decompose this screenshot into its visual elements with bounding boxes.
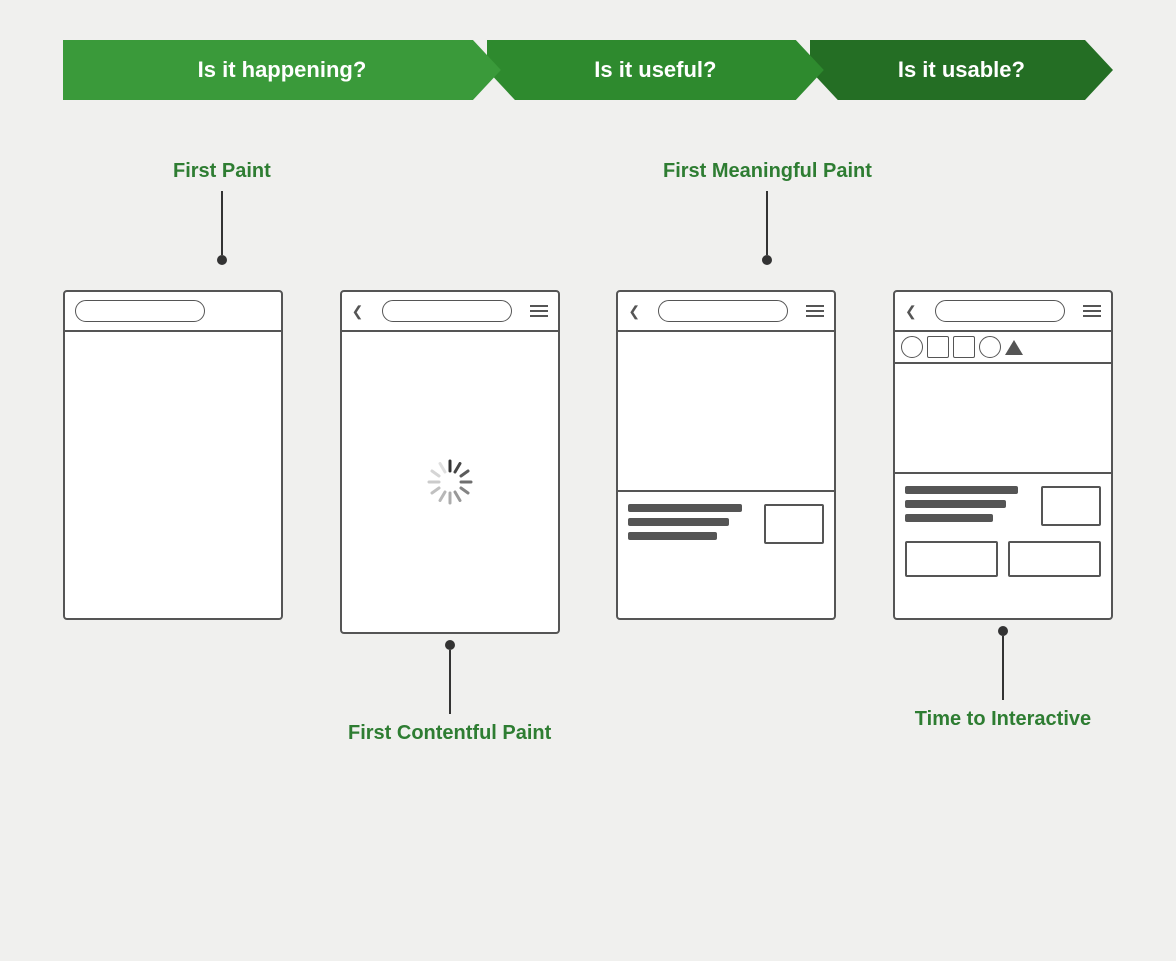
phone1-header: [65, 292, 281, 332]
phone3-action-button: [764, 504, 824, 544]
phone3-wrapper: ❮: [616, 290, 836, 620]
fcp-vline: [449, 650, 451, 700]
phone4-text: [905, 486, 1031, 526]
phase-happening-label: Is it happening?: [198, 57, 367, 83]
text-line-6: [905, 514, 993, 522]
phone4-searchbar: [935, 300, 1065, 322]
phone2-navbar: ❮: [342, 292, 558, 332]
fmp-label: First Meaningful Paint: [663, 160, 872, 183]
phone4-tabs: [895, 332, 1111, 364]
phone2-body: [342, 332, 558, 632]
phone3-searchbar: [658, 300, 788, 322]
phase-useful: Is it useful?: [487, 40, 824, 100]
tti-dot-top: [998, 626, 1008, 636]
phone4-btn1: [905, 541, 998, 577]
phone3-text: [628, 504, 754, 544]
tab-icon-square1: [927, 336, 949, 358]
phone2-searchbar: [382, 300, 512, 322]
tab-icon-triangle: [1005, 340, 1023, 355]
first-paint-dot: [217, 255, 227, 265]
tab-icon-square2: [953, 336, 975, 358]
phase-happening: Is it happening?: [63, 40, 501, 100]
tti-pointer: [998, 626, 1008, 700]
tab-icon-circle1: [901, 336, 923, 358]
first-paint-vline: [221, 205, 223, 255]
back-icon-3: ❮: [628, 303, 640, 320]
fmp-vline: [766, 205, 768, 255]
tti-vline: [1002, 636, 1004, 686]
fcp-pointer: [445, 640, 455, 714]
phase-usable: Is it usable?: [810, 40, 1113, 100]
loading-spinner: [425, 457, 475, 507]
text-line-4: [905, 486, 1018, 494]
tti-label: Time to Interactive: [915, 708, 1091, 731]
phone4-content-area: [895, 364, 1111, 474]
first-paint-tick: [221, 191, 223, 205]
first-paint-label: First Paint: [173, 160, 271, 183]
text-line-1: [628, 504, 741, 512]
phone4: ❮: [893, 290, 1113, 620]
phase-useful-label: Is it useful?: [594, 57, 716, 83]
phone4-wrapper: ❮: [893, 290, 1113, 731]
fcp-tick: [449, 700, 451, 714]
phone3-navbar: ❮: [618, 292, 834, 332]
phone3-content-area: [618, 332, 834, 492]
phone1: [63, 290, 283, 620]
fcp-label: First Contentful Paint: [348, 722, 551, 745]
fcp-dot-top: [445, 640, 455, 650]
phone4-action-button: [1041, 486, 1101, 526]
hamburger-icon: [530, 305, 548, 317]
phase-usable-label: Is it usable?: [898, 57, 1025, 83]
hamburger-icon-4: [1083, 305, 1101, 317]
text-line-2: [628, 518, 729, 526]
fmp-tick: [766, 191, 768, 205]
back-icon-4: ❮: [905, 303, 917, 320]
phone4-lower: [895, 474, 1111, 589]
phone3: ❮: [616, 290, 836, 620]
hamburger-icon-3: [806, 305, 824, 317]
phase-banner: Is it happening? Is it useful? Is it usa…: [63, 40, 1113, 100]
phone3-lower: [618, 492, 834, 556]
phones-row: ❮: [63, 290, 1113, 745]
fmp-dot: [762, 255, 772, 265]
text-line-3: [628, 532, 716, 540]
phone4-row1: [905, 486, 1101, 526]
phone1-wrapper: [63, 290, 283, 620]
phone2-wrapper: ❮: [340, 290, 560, 745]
tti-tick: [1002, 686, 1004, 700]
phone4-cta-buttons: [905, 541, 1101, 577]
phone1-searchbar: [75, 300, 205, 322]
phone4-navbar: ❮: [895, 292, 1111, 332]
tab-icon-circle2: [979, 336, 1001, 358]
phone2: ❮: [340, 290, 560, 634]
back-icon: ❮: [352, 303, 364, 320]
phone4-btn2: [1008, 541, 1101, 577]
phone1-body: [65, 332, 281, 612]
text-line-5: [905, 500, 1006, 508]
main-content: First Paint First Meaningful Paint: [63, 160, 1113, 745]
